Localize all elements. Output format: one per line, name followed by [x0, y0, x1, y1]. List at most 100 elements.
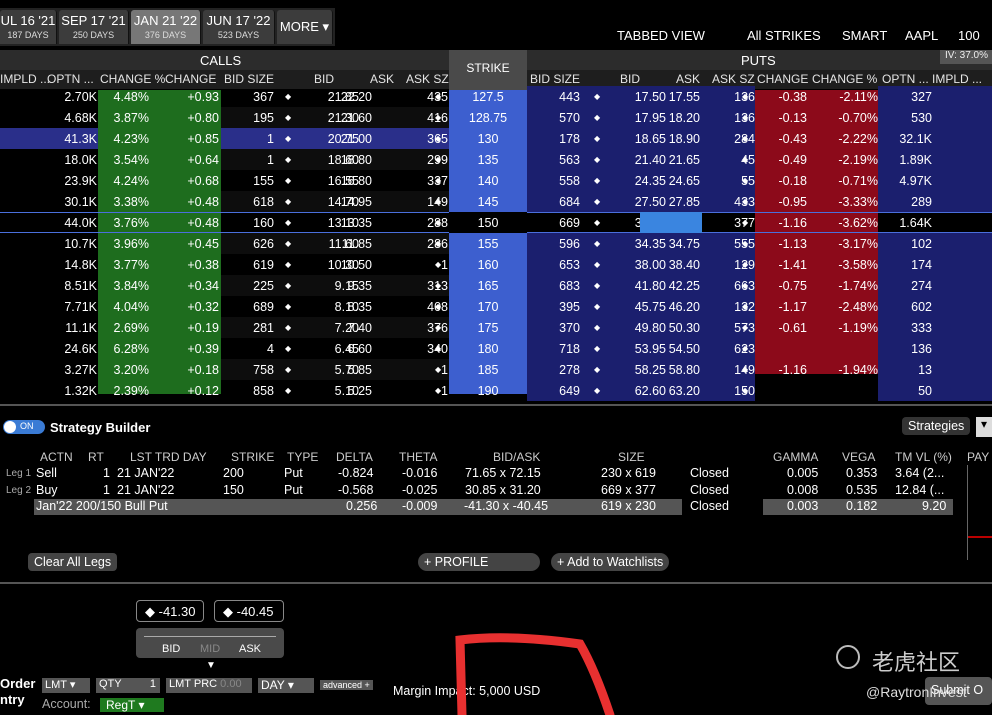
cell-c-bsz: 618	[253, 195, 274, 209]
advanced-button[interactable]: advanced +	[320, 680, 373, 690]
diamond-icon: ◆	[594, 302, 601, 311]
put-column-header[interactable]: BID SIZE	[530, 72, 580, 86]
option-row[interactable]: 24.6K 6.28% +0.39 4 6.45 6.60 340 718 53.95 54.50…	[0, 338, 992, 359]
expiry-tab[interactable]: SEP 17 '21 250 DAYS	[59, 10, 129, 44]
combo-row[interactable]: Jan'22 200/150 Bull Put 0.256 -0.009 -41.30…	[0, 499, 992, 515]
put-column-header[interactable]: ASK SZ	[712, 72, 755, 86]
strategies-button[interactable]: Strategies	[902, 417, 971, 435]
expiry-tab[interactable]: JUN 17 '22 523 DAYS	[203, 10, 275, 44]
strategy-leg-row[interactable]: Leg 2 Buy 1 21 JAN'22 150 Put -0.568 -0.025 30.8…	[0, 483, 992, 499]
option-row[interactable]: 7.71K 4.04% +0.32 689 8.10 8.35 408 395 45.75 46.…	[0, 296, 992, 317]
option-row[interactable]: 11.1K 2.69% +0.19 281 7.20 7.40 376 370 49.80 50.…	[0, 317, 992, 338]
cell-p-optn: 327	[911, 90, 932, 104]
call-column-header[interactable]: BID SIZE	[224, 72, 274, 86]
lmt-label: LMT PRC	[169, 678, 218, 690]
option-row[interactable]: 10.7K 3.96% +0.45 626 11.60 11.85 286 596 34.35 3…	[0, 233, 992, 254]
diamond-icon: ◆	[594, 218, 601, 227]
cell-c-pct: 3.96%	[113, 237, 149, 251]
combo-tmvl: 9.20	[922, 499, 947, 513]
call-column-header[interactable]: CHANGE	[165, 72, 216, 86]
cell-p-ask: 17.55	[668, 90, 700, 104]
cell-p-optn: 1.64K	[899, 216, 932, 230]
diamond-icon: ◆	[285, 176, 292, 185]
put-row-bg	[878, 275, 992, 296]
diamond-icon: ◆	[742, 302, 749, 311]
bid-price-box[interactable]: ◆ -41.30	[136, 600, 204, 622]
put-column-header[interactable]: IMPLD ...	[932, 72, 982, 86]
cell-p-chg: -1.41	[778, 258, 808, 272]
option-row[interactable]: 4.68K 3.87% +0.80 195 21.30 21.60 416 570 17.95 1…	[0, 107, 992, 128]
diamond-icon: ◆	[435, 323, 442, 332]
combo-delta: 0.256	[346, 499, 378, 513]
option-row[interactable]: 44.0K3.76%+0.4816013.1013.3528866930.853…	[0, 212, 992, 233]
option-row[interactable]: 1.32K 2.39% +0.12 858 5.10 5.25 1 649 62.60 63.20…	[0, 380, 992, 401]
strategy-toggle[interactable]: ON	[3, 420, 45, 434]
option-row[interactable]: 8.51K 3.84% +0.34 225 9.15 9.35 313 683 41.80 42.…	[0, 275, 992, 296]
quantity-field[interactable]: QTY 1	[96, 678, 160, 693]
call-column-header[interactable]: IMPLD ...	[0, 72, 50, 86]
quantity-value[interactable]: 100	[958, 28, 980, 43]
slider-bid-label: BID	[162, 643, 181, 655]
cell-p-bsz: 558	[559, 174, 580, 188]
call-column-header[interactable]: ASK	[370, 72, 394, 86]
strategy-leg-row[interactable]: Leg 1 Sell 1 21 JAN'22 200 Put -0.824 -0.016 71.…	[0, 466, 992, 482]
slider-track	[144, 636, 276, 637]
put-column-header[interactable]: OPTN ...	[882, 72, 929, 86]
option-row[interactable]: 30.1K 3.38% +0.48 618 14.70 14.95 149 684 27.50 2…	[0, 191, 992, 212]
strike-cell: 165	[477, 279, 499, 293]
expiry-tab[interactable]: UL 16 '21 187 DAYS	[0, 10, 57, 44]
cell-p-bid: 27.50	[634, 195, 666, 209]
profile-button[interactable]: + PROFILE	[418, 553, 540, 571]
option-row[interactable]: 14.8K 3.77% +0.38 619 10.30 10.50 1 653 38.00 38.…	[0, 254, 992, 275]
cell-c-chg: +0.48	[187, 195, 219, 209]
cell-c-optn: 8.51K	[64, 279, 97, 293]
strike-cell: 130	[477, 132, 499, 146]
cell-p-ask: 54.50	[668, 342, 700, 356]
tif-select[interactable]: DAY ▾	[258, 678, 314, 693]
put-column-header[interactable]: ASK	[676, 72, 700, 86]
more-button[interactable]: MORE ▾	[277, 10, 333, 44]
option-row[interactable]: 41.3K 4.23% +0.85 1 20.75 21.00 365 178 18.65 18.…	[0, 128, 992, 149]
add-to-watchlists-button[interactable]: + Add to Watchlists	[551, 553, 670, 571]
option-row[interactable]: 18.0K 3.54% +0.64 1 18.60 18.80 299 563 21.40 21.…	[0, 149, 992, 170]
cell-p-bsz: 178	[559, 132, 580, 146]
cell-c-optn: 41.3K	[64, 132, 97, 146]
cell-c-optn: 1.32K	[64, 384, 97, 398]
price-slider[interactable]: BID MID ASK	[136, 628, 284, 658]
ask-price-box[interactable]: ◆ -40.45	[214, 600, 284, 622]
cell-p-bid: 53.95	[634, 342, 666, 356]
order-type-select[interactable]: LMT ▾	[42, 678, 90, 693]
cell-p-bsz: 443	[559, 90, 580, 104]
toggle-knob	[4, 421, 16, 433]
leg-size: 669 x 377	[601, 483, 656, 497]
strategies-dropdown[interactable]: ▾	[976, 417, 992, 437]
diamond-icon: ◆	[285, 239, 292, 248]
call-column-header[interactable]: CHANGE %	[100, 72, 165, 86]
put-column-header[interactable]: CHANGE %	[812, 72, 877, 86]
cell-p-bid: 58.25	[634, 363, 666, 377]
option-row[interactable]: 23.9K 4.24% +0.68 155 16.55 16.80 337 558 24.35 2…	[0, 170, 992, 191]
call-column-header[interactable]: BID	[314, 72, 334, 86]
put-column-header[interactable]: CHANGE	[757, 72, 808, 86]
diamond-icon: ◆	[435, 218, 442, 227]
expiry-tab[interactable]: JAN 21 '22 376 DAYS	[131, 10, 201, 44]
put-column-header[interactable]: BID	[620, 72, 640, 86]
option-row[interactable]: 2.70K 4.48% +0.93 367 21.85 22.20 435 443 17.50 1…	[0, 86, 992, 107]
call-column-header[interactable]: ASK SZ	[406, 72, 449, 86]
lmt-value: 0.00	[220, 678, 242, 690]
limit-price-field[interactable]: LMT PRC 0.00	[166, 678, 252, 693]
call-column-header[interactable]: OPTN ...	[47, 72, 94, 86]
clear-all-legs-button[interactable]: Clear All Legs	[28, 553, 118, 571]
view-selector[interactable]: TABBED VIEW	[617, 28, 705, 43]
diamond-icon: ◆	[742, 155, 749, 164]
option-row[interactable]: 3.27K 3.20% +0.18 758 5.70 5.85 1 278 58.25 58.80…	[0, 359, 992, 380]
watermark-handle: @RaytronInvest	[866, 684, 967, 700]
diamond-icon: ◆	[594, 176, 601, 185]
cell-c-optn: 11.1K	[65, 321, 97, 335]
routing-selector[interactable]: SMART	[842, 28, 887, 43]
leg-rt: 1	[103, 483, 110, 497]
leg-gamma: 0.005	[787, 466, 819, 480]
account-select[interactable]: RegT ▾	[100, 698, 164, 712]
diamond-icon: ◆	[435, 281, 442, 290]
strikes-selector[interactable]: All STRIKES	[747, 28, 821, 43]
